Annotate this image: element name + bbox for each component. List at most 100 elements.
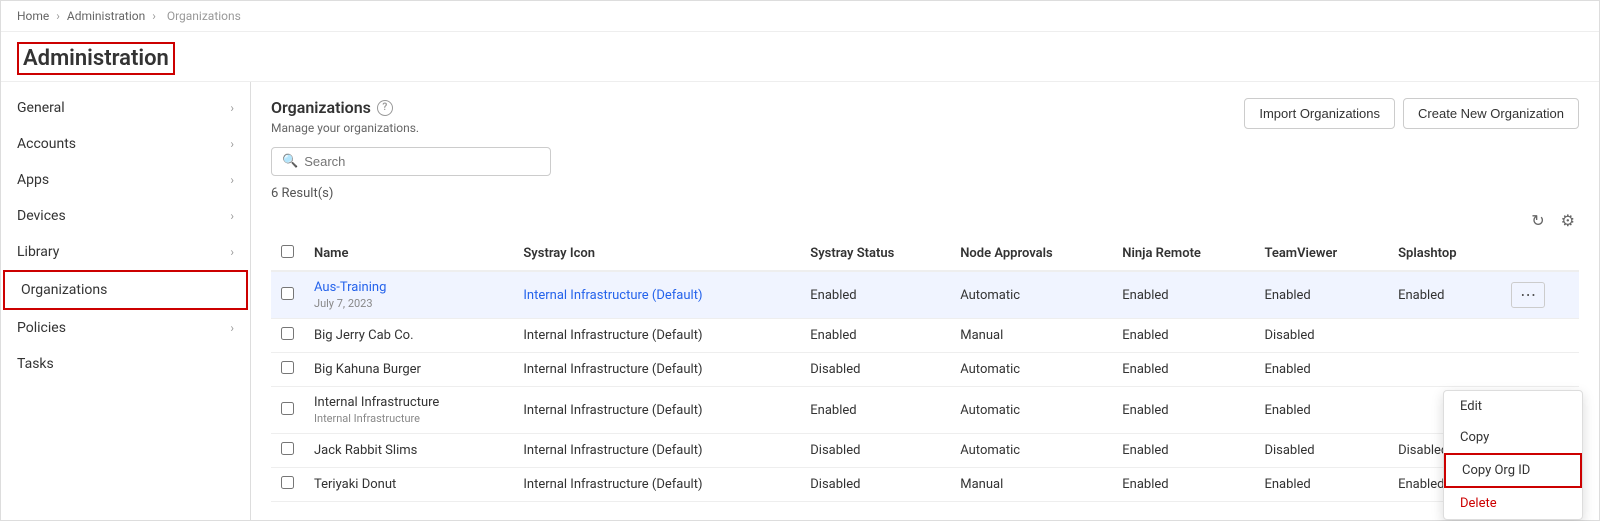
row-checkbox[interactable]: [281, 361, 294, 374]
systray-icon-cell: Internal Infrastructure (Default): [513, 319, 800, 353]
teamviewer-cell: Enabled: [1254, 468, 1388, 502]
menu-item-copy-org-id[interactable]: Copy Org ID: [1444, 453, 1582, 488]
chevron-right-icon: ›: [230, 101, 234, 115]
create-new-organization-button[interactable]: Create New Organization: [1403, 98, 1579, 129]
breadcrumb-administration[interactable]: Administration: [67, 9, 145, 23]
sidebar-item-accounts[interactable]: Accounts ›: [1, 126, 250, 162]
header-buttons: Import Organizations Create New Organiza…: [1244, 98, 1579, 129]
col-teamviewer: TeamViewer: [1254, 237, 1388, 271]
table-row: Internal Infrastructure Internal Infrastr…: [271, 387, 1579, 434]
teamviewer-cell: Enabled: [1254, 353, 1388, 387]
content-title-block: Organizations ? Manage your organization…: [271, 98, 419, 135]
sidebar-item-devices[interactable]: Devices ›: [1, 198, 250, 234]
actions-cell: [1501, 353, 1579, 387]
table-row: Aus-Training July 7, 2023 Internal Infrast…: [271, 271, 1579, 319]
select-all-header: [271, 237, 304, 271]
page-header: Administration: [1, 32, 1599, 82]
table-row: Big Kahuna Burger Internal Infrastructure…: [271, 353, 1579, 387]
info-icon[interactable]: ?: [377, 100, 393, 116]
row-checkbox[interactable]: [281, 327, 294, 340]
sidebar-item-apps[interactable]: Apps ›: [1, 162, 250, 198]
node-approvals-cell: Automatic: [950, 353, 1112, 387]
sidebar-item-policies[interactable]: Policies ›: [1, 310, 250, 346]
page-title: Administration: [17, 42, 175, 75]
col-splashtop: Splashtop: [1388, 237, 1501, 271]
systray-icon-cell: Internal Infrastructure (Default): [513, 271, 800, 319]
systray-status-cell: Enabled: [800, 319, 950, 353]
row-checkbox[interactable]: [281, 287, 294, 300]
col-node-approvals: Node Approvals: [950, 237, 1112, 271]
splashtop-cell: Enabled: [1388, 271, 1501, 319]
menu-item-edit[interactable]: Edit: [1444, 391, 1582, 422]
select-all-checkbox[interactable]: [281, 245, 294, 258]
row-checkbox[interactable]: [281, 442, 294, 455]
org-name-text: Teriyaki Donut: [314, 477, 396, 492]
org-name-cell: Aus-Training July 7, 2023: [304, 271, 513, 319]
row-checkbox[interactable]: [281, 476, 294, 489]
chevron-right-icon: ›: [230, 245, 234, 259]
chevron-right-icon: ›: [230, 137, 234, 151]
sidebar-item-tasks[interactable]: Tasks: [1, 346, 250, 382]
org-name-cell: Jack Rabbit Slims: [304, 434, 513, 468]
node-approvals-cell: Manual: [950, 468, 1112, 502]
systray-status-cell: Disabled: [800, 434, 950, 468]
ninja-remote-cell: Enabled: [1112, 353, 1254, 387]
org-name-link[interactable]: Aus-Training: [314, 280, 386, 295]
content-area: Organizations ? Manage your organization…: [251, 82, 1599, 520]
more-actions-button[interactable]: ⋯: [1511, 282, 1545, 308]
org-name-text: Big Kahuna Burger: [314, 362, 421, 377]
systray-status-cell: Disabled: [800, 468, 950, 502]
search-input[interactable]: [304, 154, 540, 169]
org-date: July 7, 2023: [314, 297, 503, 310]
table-toolbar: ↻ ⚙: [271, 209, 1579, 233]
chevron-right-icon: ›: [230, 209, 234, 223]
col-actions: [1501, 237, 1579, 271]
ninja-remote-cell: Enabled: [1112, 319, 1254, 353]
systray-icon-cell: Internal Infrastructure (Default): [513, 387, 800, 434]
splashtop-cell: [1388, 353, 1501, 387]
teamviewer-cell: Enabled: [1254, 271, 1388, 319]
teamviewer-cell: Disabled: [1254, 319, 1388, 353]
node-approvals-cell: Manual: [950, 319, 1112, 353]
refresh-button[interactable]: ↻: [1527, 209, 1548, 233]
node-approvals-cell: Automatic: [950, 434, 1112, 468]
breadcrumb-current: Organizations: [167, 9, 241, 23]
ninja-remote-cell: Enabled: [1112, 271, 1254, 319]
search-box: 🔍: [271, 147, 551, 176]
systray-icon-link[interactable]: Internal Infrastructure (Default): [523, 288, 702, 303]
table-row: Big Jerry Cab Co.Internal Infrastructure…: [271, 319, 1579, 353]
systray-icon-cell: Internal Infrastructure (Default): [513, 353, 800, 387]
systray-status-cell: Enabled: [800, 271, 950, 319]
breadcrumb: Home › Administration › Organizations: [1, 1, 1599, 32]
table-row: Teriyaki DonutInternal Infrastructure (D…: [271, 468, 1579, 502]
search-icon: 🔍: [282, 154, 298, 169]
menu-item-copy[interactable]: Copy: [1444, 422, 1582, 453]
org-name-text: Jack Rabbit Slims: [314, 443, 417, 458]
systray-status-cell: Enabled: [800, 387, 950, 434]
content-subtitle: Manage your organizations.: [271, 121, 419, 135]
menu-item-delete[interactable]: Delete: [1444, 488, 1582, 519]
sidebar-item-organizations[interactable]: Organizations: [3, 270, 248, 310]
actions-cell: ⋯: [1501, 271, 1579, 319]
sidebar-item-library[interactable]: Library ›: [1, 234, 250, 270]
node-approvals-cell: Automatic: [950, 387, 1112, 434]
breadcrumb-home[interactable]: Home: [17, 9, 49, 23]
search-container: 🔍: [271, 147, 1579, 176]
import-organizations-button[interactable]: Import Organizations: [1244, 98, 1395, 129]
col-systray-icon: Systray Icon: [513, 237, 800, 271]
content-header: Organizations ? Manage your organization…: [271, 98, 1579, 135]
settings-button[interactable]: ⚙: [1557, 209, 1579, 233]
chevron-right-icon: ›: [230, 173, 234, 187]
org-name2: Internal Infrastructure: [314, 412, 503, 425]
row-checkbox[interactable]: [281, 402, 294, 415]
sidebar-item-general[interactable]: General ›: [1, 90, 250, 126]
organizations-table: Name Systray Icon Systray Status Node Ap…: [271, 237, 1579, 502]
systray-icon-cell: Internal Infrastructure (Default): [513, 434, 800, 468]
col-name: Name: [304, 237, 513, 271]
org-name-text: Internal Infrastructure: [314, 395, 439, 410]
systray-status-cell: Disabled: [800, 353, 950, 387]
org-name-cell: Big Kahuna Burger: [304, 353, 513, 387]
ninja-remote-cell: Enabled: [1112, 434, 1254, 468]
actions-cell: [1501, 319, 1579, 353]
col-ninja-remote: Ninja Remote: [1112, 237, 1254, 271]
